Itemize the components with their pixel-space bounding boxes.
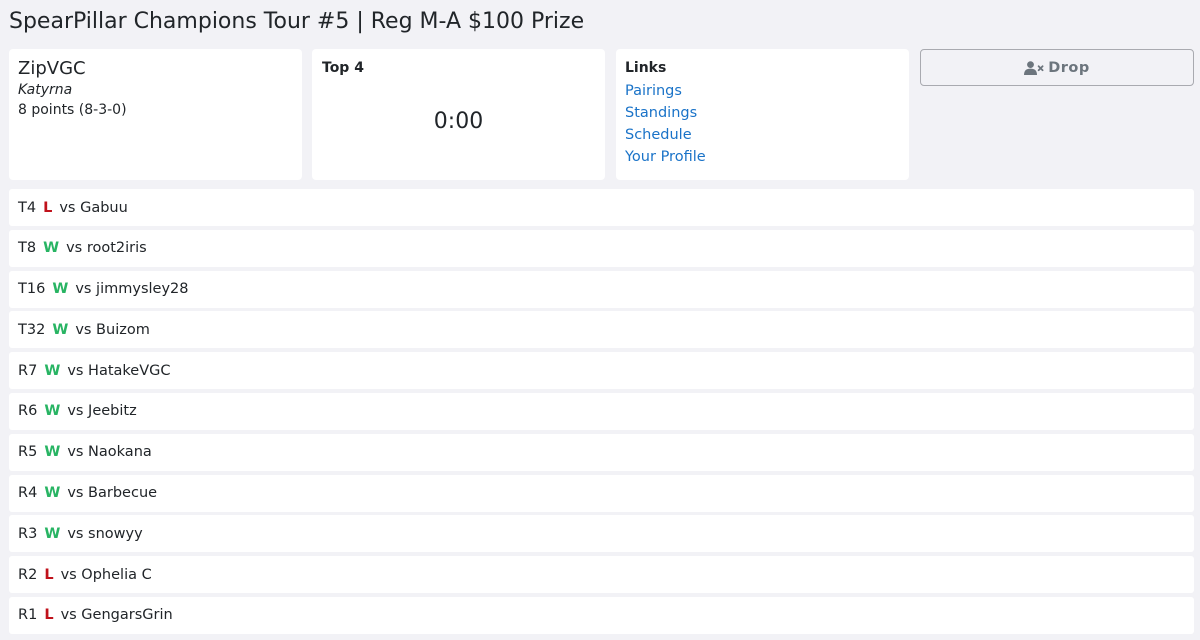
- match-opponent: vs root2iris: [66, 240, 147, 257]
- user-times-icon: [1024, 60, 1044, 75]
- match-round: T16: [18, 281, 46, 298]
- match-round: T32: [18, 321, 46, 338]
- match-round: R6: [18, 403, 38, 420]
- match-opponent: vs Gabuu: [59, 199, 128, 216]
- match-round: T4: [18, 199, 37, 216]
- match-result: W: [52, 281, 69, 298]
- player-card: ZipVGC Katyrna 8 points (8-3-0): [9, 49, 302, 180]
- match-row[interactable]: R5 Wvs Naokana: [9, 433, 1194, 471]
- match-result: L: [44, 607, 54, 624]
- match-round: R5: [18, 444, 38, 461]
- match-round: R4: [18, 485, 38, 502]
- match-round: R2: [18, 566, 38, 583]
- match-round: R7: [18, 362, 38, 379]
- player-record: 8 points (8-3-0): [18, 102, 127, 118]
- schedule-link[interactable]: Schedule: [625, 124, 900, 146]
- match-opponent: vs HatakeVGC: [67, 362, 171, 379]
- match-opponent: vs jimmysley28: [75, 281, 189, 298]
- links-card: Links Pairings Standings Schedule Your P…: [616, 49, 909, 180]
- player-team: Katyrna: [18, 82, 73, 98]
- drop-label: Drop: [1048, 59, 1090, 76]
- match-result: W: [44, 525, 61, 542]
- match-opponent: vs GengarsGrin: [60, 607, 173, 624]
- match-result: W: [52, 321, 69, 338]
- match-round: R1: [18, 607, 38, 624]
- match-row[interactable]: R1 Lvs GengarsGrin: [9, 596, 1194, 634]
- match-row[interactable]: T8 Wvs root2iris: [9, 229, 1194, 267]
- drop-button[interactable]: Drop: [920, 49, 1194, 86]
- match-list: T4 Lvs Gabuu T8 Wvs root2iris T16 Wvs jimmysl…: [9, 189, 1194, 638]
- match-result: L: [44, 566, 54, 583]
- match-opponent: vs Ophelia C: [60, 566, 152, 583]
- match-result: W: [44, 444, 61, 461]
- match-row[interactable]: T32 Wvs Buizom: [9, 311, 1194, 349]
- match-opponent: vs snowyy: [67, 525, 143, 542]
- links-list: Pairings Standings Schedule Your Profile: [625, 80, 900, 168]
- match-result: W: [44, 485, 61, 502]
- match-row[interactable]: R4 Wvs Barbecue: [9, 474, 1194, 512]
- match-result: W: [43, 240, 60, 257]
- match-row[interactable]: R3 Wvs snowyy: [9, 515, 1194, 553]
- player-name: ZipVGC: [18, 58, 86, 79]
- match-result: W: [44, 362, 61, 379]
- round-timer: 0:00: [433, 109, 484, 134]
- match-row[interactable]: R2 Lvs Ophelia C: [9, 556, 1194, 594]
- pairings-link[interactable]: Pairings: [625, 80, 900, 102]
- match-row[interactable]: T4 Lvs Gabuu: [9, 189, 1194, 226]
- match-round: R3: [18, 525, 38, 542]
- match-opponent: vs Barbecue: [67, 485, 158, 502]
- match-opponent: vs Jeebitz: [67, 403, 137, 420]
- match-row[interactable]: R7 Wvs HatakeVGC: [9, 352, 1194, 390]
- round-timer-card: Top 4 0:00: [312, 49, 605, 180]
- round-heading: Top 4: [322, 60, 364, 76]
- match-round: T8: [18, 240, 37, 257]
- match-opponent: vs Buizom: [75, 321, 150, 338]
- page-title: SpearPillar Champions Tour #5 | Reg M-A …: [9, 9, 585, 34]
- links-heading: Links: [625, 60, 667, 76]
- match-row[interactable]: R6 Wvs Jeebitz: [9, 392, 1194, 430]
- match-result: L: [43, 199, 53, 216]
- your-profile-link[interactable]: Your Profile: [625, 146, 900, 168]
- standings-link[interactable]: Standings: [625, 102, 900, 124]
- match-row[interactable]: T16 Wvs jimmysley28: [9, 270, 1194, 308]
- match-opponent: vs Naokana: [67, 444, 152, 461]
- match-result: W: [44, 403, 61, 420]
